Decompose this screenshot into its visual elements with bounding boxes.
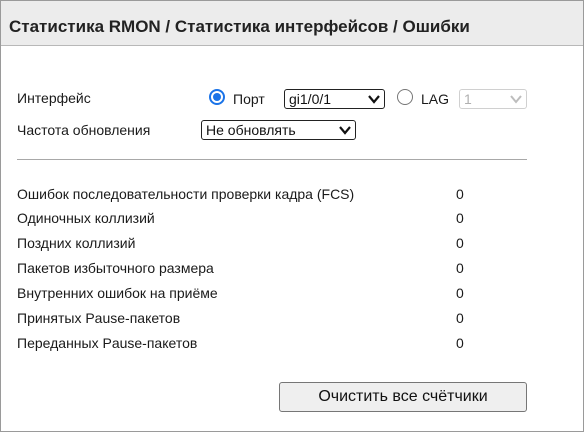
port-select[interactable]: gi1/0/1 [284, 89, 385, 109]
stat-label-received-pause: Принятых Pause-пакетов [17, 310, 181, 326]
stat-value-single-collisions: 0 [456, 210, 464, 226]
port-radio[interactable] [209, 89, 225, 105]
clear-all-counters-button[interactable]: Очистить все счётчики [279, 382, 527, 412]
lag-radio[interactable] [397, 89, 413, 105]
stat-label-oversize-packets: Пакетов избыточного размера [17, 260, 214, 276]
lag-radio-label: LAG [421, 91, 450, 107]
stat-value-internal-rx-errors: 0 [456, 285, 464, 301]
stat-label-internal-rx-errors: Внутренних ошибок на приёме [17, 285, 218, 301]
chevron-down-icon [339, 126, 351, 135]
interface-label: Интерфейс [17, 90, 91, 106]
page-title: Статистика RMON / Статистика интерфейсов… [9, 17, 470, 36]
refresh-rate-select[interactable]: Не обновлять [201, 120, 356, 140]
chevron-down-icon [368, 95, 380, 104]
stat-value-oversize-packets: 0 [456, 260, 464, 276]
lag-select-value: 1 [464, 91, 472, 107]
stat-label-late-collisions: Поздних коллизий [17, 235, 136, 251]
stat-label-single-collisions: Одиночных коллизий [17, 210, 155, 226]
stat-value-transmitted-pause: 0 [456, 335, 464, 351]
port-select-value: gi1/0/1 [289, 91, 332, 107]
stat-value-received-pause: 0 [456, 310, 464, 326]
stat-label-transmitted-pause: Переданных Pause-пакетов [17, 335, 198, 351]
port-radio-label: Порт [233, 91, 265, 107]
page-frame: Статистика RMON / Статистика интерфейсов… [0, 0, 584, 432]
section-divider [17, 159, 527, 160]
stat-label-fcs: Ошибок последовательности проверки кадра… [17, 186, 355, 202]
chevron-down-icon [510, 95, 522, 104]
lag-select[interactable]: 1 [459, 89, 527, 109]
refresh-rate-value: Не обновлять [206, 122, 296, 138]
stat-value-fcs: 0 [456, 186, 464, 202]
page-header: Статистика RMON / Статистика интерфейсов… [1, 1, 583, 46]
refresh-rate-label: Частота обновления [17, 122, 151, 138]
stat-value-late-collisions: 0 [456, 235, 464, 251]
